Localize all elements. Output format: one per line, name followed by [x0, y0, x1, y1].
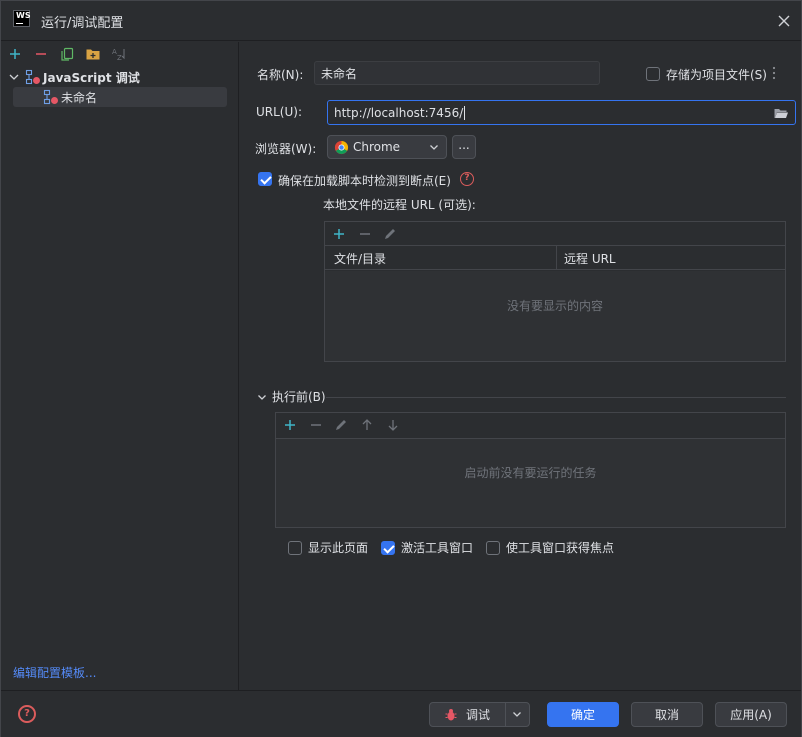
- javascript-debug-config-icon: [25, 69, 41, 85]
- column-header-remote-url[interactable]: 远程 URL: [564, 250, 616, 267]
- move-down-icon[interactable]: [385, 417, 401, 433]
- chevron-down-icon[interactable]: [7, 70, 21, 84]
- empty-tasks-text: 启动前没有要运行的任务: [464, 466, 597, 480]
- more-options-icon[interactable]: [772, 66, 776, 80]
- tree-item-label: 未命名: [61, 90, 98, 105]
- tree-item-unnamed[interactable]: 未命名: [13, 87, 227, 107]
- edit-icon[interactable]: [382, 226, 398, 242]
- option-label: 显示此页面: [308, 541, 369, 555]
- empty-table-text: 没有要显示的内容: [506, 299, 603, 313]
- chevron-down-icon: [256, 391, 268, 403]
- ok-button[interactable]: 确定: [547, 702, 619, 727]
- browser-more-button[interactable]: ...: [452, 135, 476, 159]
- edit-templates-link[interactable]: 编辑配置模板...: [13, 664, 96, 681]
- dialog-footer: ? 调试 确定 取消 应用(A): [1, 690, 801, 737]
- javascript-debug-config-icon: [43, 89, 59, 105]
- browser-value: Chrome: [353, 140, 401, 154]
- before-launch-toggle[interactable]: 执行前(B): [256, 388, 326, 405]
- browser-label: 浏览器(W):: [255, 142, 317, 156]
- chrome-icon: [334, 140, 349, 155]
- focus-tool-window-checkbox[interactable]: [486, 540, 500, 555]
- sort-alphabetically-icon[interactable]: AZ: [111, 46, 127, 62]
- remote-url-table: 文件/目录 远程 URL 没有要显示的内容: [324, 221, 786, 362]
- remove-icon[interactable]: [33, 46, 49, 62]
- column-divider[interactable]: [556, 246, 557, 270]
- tree-item-javascript-debug[interactable]: JavaScript 调试: [7, 67, 140, 87]
- window-title: 运行/调试配置: [41, 16, 124, 31]
- name-field[interactable]: 未命名: [314, 61, 600, 85]
- url-value: http://localhost:7456/: [334, 105, 464, 120]
- help-icon[interactable]: ?: [18, 705, 36, 723]
- before-launch-tasks: 启动前没有要运行的任务: [275, 412, 786, 528]
- webstorm-logo-icon: WS: [13, 10, 31, 27]
- chevron-down-icon: [428, 141, 440, 153]
- svg-text:Z: Z: [117, 54, 122, 62]
- add-icon[interactable]: [282, 417, 298, 433]
- chevron-down-icon[interactable]: [511, 708, 523, 720]
- text-caret: [464, 105, 466, 120]
- table-toolbar: [325, 222, 785, 246]
- option-label: 使工具窗口获得焦点: [506, 541, 615, 555]
- before-launch-title: 执行前(B): [272, 390, 326, 404]
- config-tree-panel: AZ JavaScript 调试 未命名 编辑配置模板...: [1, 42, 239, 690]
- run-debug-config-dialog: WS 运行/调试配置 AZ JavaScript 调试 未命名 编辑配置模板..…: [0, 0, 802, 737]
- debug-button[interactable]: 调试: [429, 702, 530, 727]
- bug-icon: [444, 708, 458, 722]
- url-field[interactable]: http://localhost:7456/: [327, 100, 796, 125]
- move-up-icon[interactable]: [359, 417, 375, 433]
- tree-item-label: JavaScript 调试: [43, 70, 140, 85]
- apply-button[interactable]: 应用(A): [715, 702, 787, 727]
- remove-icon[interactable]: [308, 417, 324, 433]
- title-bar: WS 运行/调试配置: [1, 1, 801, 41]
- url-label: URL(U):: [256, 105, 302, 119]
- store-as-project-file-checkbox[interactable]: [646, 67, 660, 81]
- table-body: 没有要显示的内容: [325, 271, 785, 361]
- close-icon[interactable]: [776, 13, 792, 29]
- name-label: 名称(N):: [257, 68, 304, 82]
- browse-folder-icon[interactable]: [773, 105, 789, 121]
- tree-toolbar: AZ: [1, 42, 239, 66]
- option-label: 激活工具窗口: [401, 541, 474, 555]
- store-as-project-file-label[interactable]: 存储为项目文件(S): [666, 66, 767, 83]
- table-header: 文件/目录 远程 URL: [325, 246, 785, 270]
- cancel-button[interactable]: 取消: [631, 702, 703, 727]
- tasks-list: 启动前没有要运行的任务: [276, 438, 785, 527]
- ensure-breakpoints-checkbox[interactable]: [258, 172, 272, 186]
- remote-urls-label: 本地文件的远程 URL (可选):: [323, 198, 476, 212]
- copy-icon[interactable]: [59, 46, 75, 62]
- show-this-page-option[interactable]: 显示此页面: [288, 539, 368, 556]
- new-folder-icon[interactable]: [85, 46, 101, 62]
- split-divider: [505, 703, 506, 726]
- config-form-panel: 名称(N): 未命名 存储为项目文件(S) URL(U): http://loc…: [240, 42, 802, 690]
- add-icon[interactable]: [331, 226, 347, 242]
- column-header-file[interactable]: 文件/目录: [334, 250, 386, 267]
- browser-select[interactable]: Chrome: [327, 135, 447, 159]
- help-icon[interactable]: ?: [460, 172, 474, 186]
- remove-icon[interactable]: [357, 226, 373, 242]
- activate-tool-window-option[interactable]: 激活工具窗口: [381, 539, 473, 556]
- focus-tool-window-option[interactable]: 使工具窗口获得焦点: [486, 539, 614, 556]
- edit-icon[interactable]: [333, 417, 349, 433]
- show-this-page-checkbox[interactable]: [288, 540, 302, 555]
- section-divider: [326, 397, 786, 398]
- debug-button-label: 调试: [466, 708, 491, 722]
- activate-tool-window-checkbox[interactable]: [381, 540, 395, 555]
- ensure-breakpoints-label[interactable]: 确保在加载脚本时检测到断点(E): [278, 172, 451, 189]
- add-icon[interactable]: [7, 46, 23, 62]
